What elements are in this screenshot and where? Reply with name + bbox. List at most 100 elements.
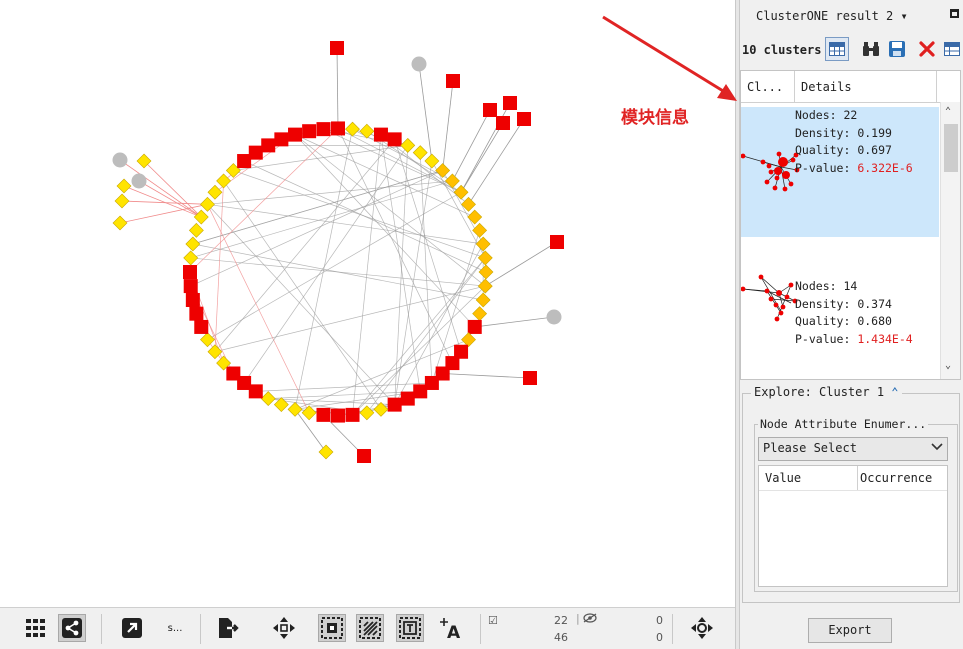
network-node[interactable] <box>114 193 130 209</box>
network-node[interactable] <box>288 127 303 142</box>
network-node[interactable] <box>467 209 483 225</box>
network-node[interactable] <box>446 74 460 88</box>
network-node[interactable] <box>318 444 334 460</box>
table-view-button[interactable] <box>825 37 849 61</box>
center-network-button[interactable] <box>270 614 298 642</box>
find-button[interactable] <box>859 37 883 61</box>
network-node[interactable] <box>302 124 317 139</box>
network-node[interactable] <box>477 250 493 266</box>
explore-title[interactable]: Explore: Cluster 1 ⌃ <box>751 385 902 399</box>
network-node[interactable] <box>357 449 371 463</box>
network-node[interactable] <box>185 293 200 308</box>
collapsed-menu-button[interactable]: s... <box>160 614 190 642</box>
network-node[interactable] <box>189 306 204 321</box>
network-node[interactable] <box>274 132 289 147</box>
column-details[interactable]: Details <box>801 80 852 94</box>
network-node[interactable] <box>472 222 488 238</box>
network-node[interactable] <box>116 178 132 194</box>
network-node[interactable] <box>131 173 147 189</box>
network-node[interactable] <box>316 407 331 422</box>
panel-title[interactable]: ClusterONE result 2 ▾ <box>756 9 908 23</box>
network-node[interactable] <box>331 408 345 423</box>
network-node[interactable] <box>185 236 201 252</box>
network-node[interactable] <box>330 41 344 55</box>
scroll-up-icon[interactable]: ⌃ <box>945 106 951 117</box>
close-result-button[interactable] <box>915 37 939 61</box>
network-canvas[interactable] <box>0 0 735 607</box>
network-node[interactable] <box>503 96 517 110</box>
network-node[interactable] <box>359 123 375 139</box>
network-node[interactable] <box>112 215 128 231</box>
network-node[interactable] <box>411 56 427 72</box>
network-node[interactable] <box>183 265 197 279</box>
network-node[interactable] <box>517 112 531 126</box>
network-node[interactable] <box>316 122 331 137</box>
select-edges-button[interactable] <box>356 614 384 642</box>
column-cluster[interactable]: Cl... <box>747 80 783 94</box>
network-node[interactable] <box>496 116 510 130</box>
column-occurrence[interactable]: Occurrence <box>860 471 932 485</box>
network-node[interactable] <box>260 391 276 407</box>
network-node[interactable] <box>453 184 469 200</box>
select-annotations-button[interactable] <box>396 614 424 642</box>
cluster-row-1[interactable]: Nodes: 22 Density: 0.199 Quality: 0.697 … <box>741 107 939 237</box>
network-node[interactable] <box>435 163 451 178</box>
column-value[interactable]: Value <box>765 471 801 485</box>
network-node[interactable] <box>183 279 198 294</box>
open-external-button[interactable] <box>118 614 146 642</box>
total-node-count: 46 <box>554 631 568 644</box>
network-node[interactable] <box>194 319 209 334</box>
cluster-table-scrollbar[interactable]: ⌃ ⌄ <box>940 102 960 379</box>
network-node[interactable] <box>387 132 402 147</box>
double-chevron-up-icon[interactable]: ⌃ <box>891 385 898 399</box>
network-node[interactable] <box>413 384 428 399</box>
network-node[interactable] <box>472 306 488 322</box>
table-export-button[interactable] <box>940 37 963 61</box>
scroll-thumb[interactable] <box>944 124 958 172</box>
network-node[interactable] <box>345 407 360 422</box>
export-network-button[interactable] <box>214 614 242 642</box>
network-node[interactable] <box>287 401 303 417</box>
network-node[interactable] <box>546 309 562 325</box>
maximize-icon[interactable] <box>950 9 959 18</box>
network-node[interactable] <box>424 153 440 169</box>
network-node[interactable] <box>248 145 263 160</box>
network-node[interactable] <box>207 184 223 200</box>
network-graph[interactable] <box>0 0 735 607</box>
network-node[interactable] <box>467 319 482 334</box>
scroll-down-icon[interactable]: ⌄ <box>945 360 951 371</box>
network-node[interactable] <box>188 222 204 238</box>
network-node[interactable] <box>412 145 428 161</box>
network-node[interactable] <box>475 292 491 308</box>
cluster-row-2[interactable]: Nodes: 14 Density: 0.374 Quality: 0.680 … <box>741 237 939 357</box>
enum-table[interactable]: Value Occurrence <box>758 465 948 587</box>
network-node[interactable] <box>475 236 491 252</box>
grid-layout-button[interactable] <box>22 614 50 642</box>
network-node[interactable] <box>359 405 375 421</box>
attribute-select[interactable]: Please Select <box>758 437 948 461</box>
network-node[interactable] <box>112 152 128 168</box>
network-node[interactable] <box>373 127 388 142</box>
cluster-table[interactable]: Cl... Details Nodes: 22 Density: 0.199 Q… <box>740 70 961 380</box>
network-node[interactable] <box>331 121 345 136</box>
network-node[interactable] <box>207 344 223 360</box>
network-node[interactable] <box>461 332 476 348</box>
network-node[interactable] <box>400 391 415 406</box>
network-node[interactable] <box>387 397 402 412</box>
network-node[interactable] <box>523 371 537 385</box>
export-button[interactable]: Export <box>808 618 892 643</box>
network-node[interactable] <box>550 235 564 249</box>
save-button[interactable] <box>885 37 909 61</box>
network-node[interactable] <box>183 250 199 266</box>
add-annotation-button[interactable]: A <box>438 614 466 642</box>
network-node[interactable] <box>226 366 241 381</box>
network-node[interactable] <box>400 137 416 153</box>
network-node[interactable] <box>261 138 276 153</box>
network-node[interactable] <box>478 264 494 280</box>
select-nodes-button[interactable] <box>318 614 346 642</box>
fit-content-button[interactable] <box>688 614 716 642</box>
network-view-button[interactable] <box>58 614 86 642</box>
network-node[interactable] <box>216 173 232 189</box>
network-node[interactable] <box>483 103 497 117</box>
network-node[interactable] <box>200 332 215 348</box>
